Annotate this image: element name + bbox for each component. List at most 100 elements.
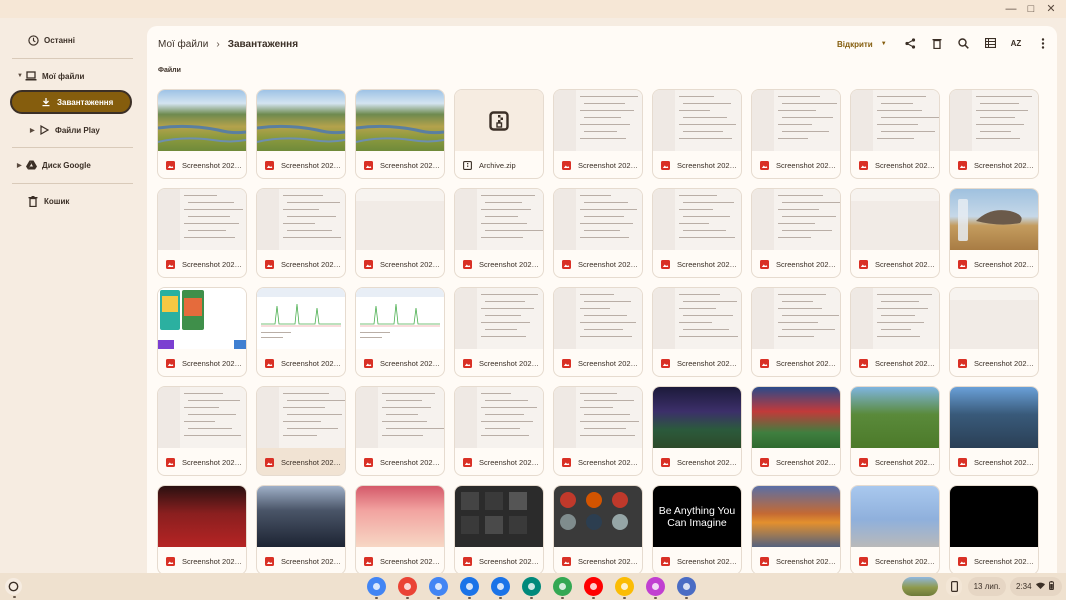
file-card[interactable]: Screenshot 202… — [652, 287, 742, 377]
file-card[interactable]: Screenshot 202… — [256, 485, 346, 573]
file-card[interactable]: Screenshot 202… — [652, 89, 742, 179]
sort-icon[interactable]: AZ — [1008, 35, 1024, 51]
file-card[interactable]: Screenshot 202… — [454, 287, 544, 377]
file-card[interactable]: Screenshot 202… — [454, 386, 544, 476]
thumbnail-sidebar — [158, 387, 180, 448]
file-card[interactable]: Screenshot 202… — [553, 89, 643, 179]
file-card[interactable]: Archive.zip — [454, 89, 544, 179]
thumbnail-sidebar — [158, 189, 180, 250]
file-card[interactable]: Screenshot 202… — [949, 287, 1039, 377]
status-area[interactable]: 2:34 — [1010, 577, 1062, 596]
gmail-icon[interactable] — [398, 577, 417, 599]
youtube-icon[interactable] — [584, 577, 603, 599]
close-icon[interactable]: ✕ — [1044, 2, 1058, 16]
file-card[interactable]: Screenshot 202… — [157, 287, 247, 377]
file-card[interactable]: Screenshot 202… — [355, 485, 445, 573]
sidebar-item-my-files[interactable]: ▼ Мої файли — [17, 64, 84, 88]
file-card[interactable]: Screenshot 202… — [751, 89, 841, 179]
file-card[interactable]: Screenshot 202… — [949, 485, 1039, 573]
file-caption: Screenshot 202… — [356, 153, 444, 177]
meet-icon[interactable] — [522, 577, 541, 599]
wallpaper-preview[interactable] — [902, 577, 938, 596]
files-icon[interactable] — [460, 577, 479, 599]
file-thumbnail — [356, 189, 444, 250]
sidebar-item-play-files[interactable]: ▶ Файли Play — [30, 118, 100, 142]
file-card[interactable]: Screenshot 202… — [949, 89, 1039, 179]
open-button-label: Відкрити — [837, 39, 873, 49]
docs-icon[interactable] — [429, 577, 448, 599]
app2-icon[interactable] — [677, 577, 696, 599]
file-card[interactable]: Screenshot 202… — [652, 188, 742, 278]
expand-arrow-icon[interactable]: ▶ — [30, 127, 38, 134]
photos-icon[interactable] — [615, 577, 634, 599]
file-card[interactable]: Screenshot 202… — [751, 188, 841, 278]
open-button[interactable]: Відкрити ▼ — [837, 36, 887, 52]
sidebar-item-downloads[interactable]: Завантаження — [10, 90, 132, 114]
file-card[interactable]: Screenshot 202… — [256, 386, 346, 476]
file-card[interactable]: Screenshot 202… — [256, 287, 346, 377]
search-icon[interactable] — [955, 35, 971, 51]
file-card[interactable]: Screenshot 202… — [157, 386, 247, 476]
file-card[interactable]: Screenshot 202… — [454, 188, 544, 278]
thumbnail-sidebar — [554, 189, 576, 250]
file-card[interactable]: Screenshot 202… — [355, 287, 445, 377]
file-card[interactable]: Screenshot 202… — [652, 386, 742, 476]
sidebar-item-trash[interactable]: Кошик — [27, 189, 69, 213]
file-card[interactable]: Screenshot 202… — [553, 485, 643, 573]
image-file-icon — [166, 457, 175, 467]
file-card[interactable]: Screenshot 202… — [553, 287, 643, 377]
file-card[interactable]: Screenshot 202… — [355, 89, 445, 179]
file-card[interactable]: Screenshot 202… — [256, 89, 346, 179]
file-card[interactable]: Screenshot 202… — [256, 188, 346, 278]
sidebar-item-recent[interactable]: Останні — [27, 28, 75, 52]
app-icon[interactable] — [646, 577, 665, 599]
file-thumbnail — [257, 189, 345, 250]
file-thumbnail — [851, 288, 939, 349]
thumbnail-text-line — [485, 301, 525, 302]
list-view-icon[interactable] — [982, 35, 998, 51]
thumbnail-text-line — [877, 336, 920, 337]
share-icon[interactable] — [902, 35, 918, 51]
file-card[interactable]: Screenshot 202… — [553, 188, 643, 278]
chrome-icon[interactable] — [367, 577, 386, 599]
thumbnail-text-line — [580, 110, 634, 111]
file-card[interactable]: Screenshot 202… — [157, 89, 247, 179]
launcher-icon[interactable] — [5, 578, 22, 598]
file-card[interactable]: Screenshot 202… — [157, 485, 247, 573]
sidebar-item-google-drive[interactable]: ▶ Диск Google — [17, 153, 91, 177]
file-card[interactable]: Screenshot 202… — [850, 188, 940, 278]
play-store-icon[interactable] — [553, 577, 572, 599]
app-glyph — [373, 583, 380, 590]
file-card[interactable]: Screenshot 202… — [850, 485, 940, 573]
file-card[interactable]: Screenshot 202… — [850, 287, 940, 377]
file-card[interactable]: Screenshot 202… — [355, 386, 445, 476]
file-card[interactable]: Screenshot 202… — [949, 386, 1039, 476]
app-glyph — [621, 583, 628, 590]
file-card[interactable]: Screenshot 202… — [751, 386, 841, 476]
file-card[interactable]: Screenshot 202… — [949, 188, 1039, 278]
file-card[interactable]: Be Anything You Can Imagine Screenshot 20… — [652, 485, 742, 573]
expand-arrow-icon[interactable]: ▶ — [17, 162, 25, 169]
more-icon[interactable] — [1035, 35, 1051, 51]
file-card[interactable]: Screenshot 202… — [751, 287, 841, 377]
breadcrumb-my-files[interactable]: Мої файли — [158, 39, 208, 50]
file-card[interactable]: Screenshot 202… — [454, 485, 544, 573]
file-card[interactable]: Screenshot 202… — [553, 386, 643, 476]
image-file-icon — [562, 259, 571, 269]
expand-arrow-icon[interactable]: ▼ — [17, 73, 25, 79]
thumbnail-text-line — [976, 138, 1020, 139]
file-caption: Screenshot 202… — [158, 351, 246, 375]
delete-icon[interactable] — [929, 35, 945, 51]
file-card[interactable]: Screenshot 202… — [355, 188, 445, 278]
phone-icon[interactable] — [946, 577, 962, 596]
time-label: 2:34 — [1016, 582, 1032, 591]
file-card[interactable]: Screenshot 202… — [850, 89, 940, 179]
file-card[interactable]: Screenshot 202… — [157, 188, 247, 278]
file-card[interactable]: Screenshot 202… — [850, 386, 940, 476]
thumbnail-sidebar — [554, 90, 576, 151]
maximize-icon[interactable]: □ — [1024, 2, 1038, 16]
file-card[interactable]: Screenshot 202… — [751, 485, 841, 573]
messages-icon[interactable] — [491, 577, 510, 599]
minimize-icon[interactable]: — — [1004, 2, 1018, 16]
date-pill[interactable]: 13 лип. — [968, 577, 1006, 596]
